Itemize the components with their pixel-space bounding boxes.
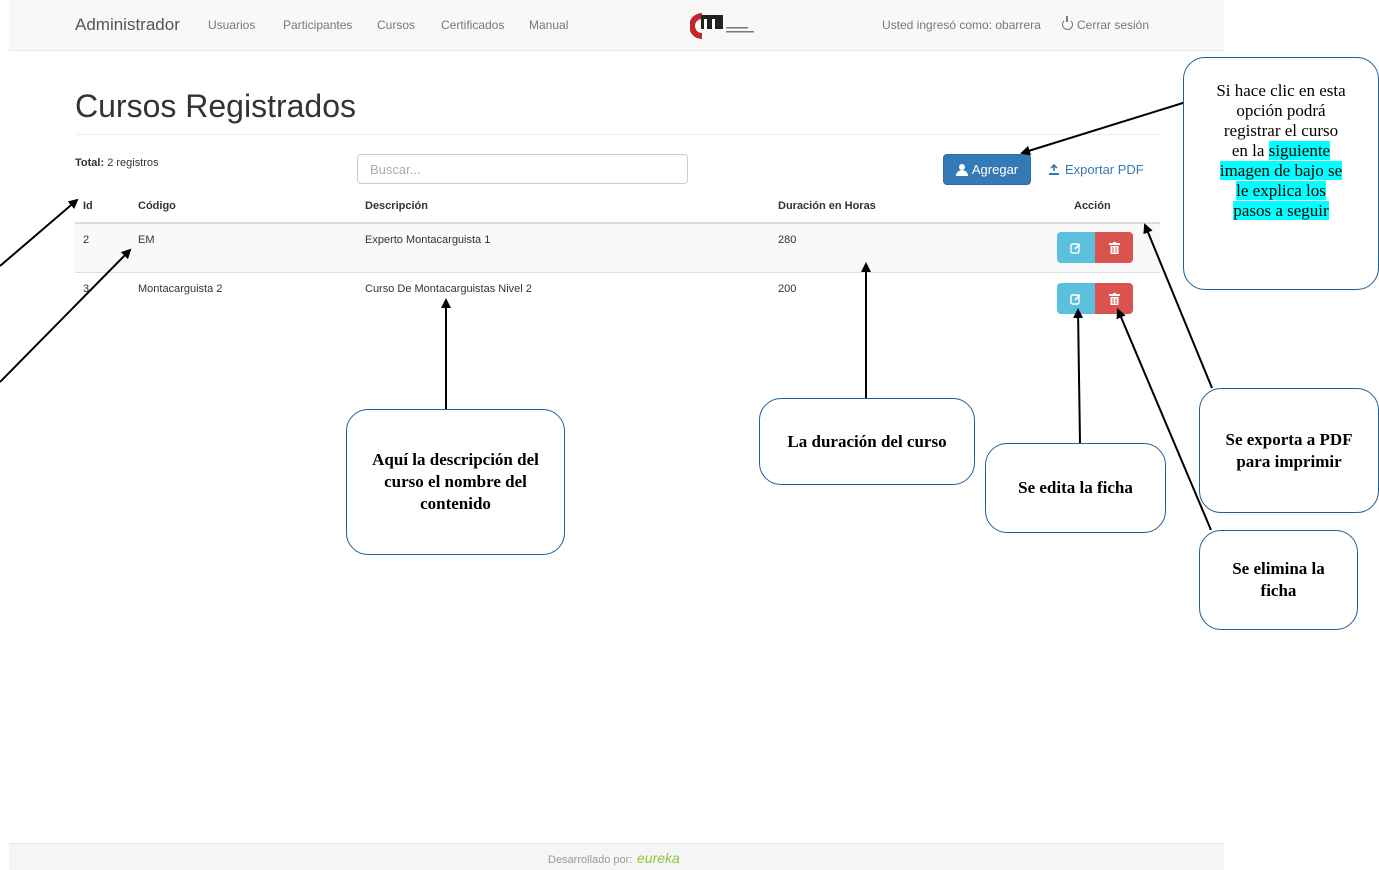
callout-agregar-text: Si hace clic en esta opción podrá regist…	[1216, 81, 1346, 271]
callout-eliminar: Se elimina la ficha	[1199, 530, 1358, 630]
eureka-logo: eureka	[637, 850, 680, 866]
footer-text: Desarrollado por:	[548, 854, 633, 866]
callout-descripcion-text: Aquí la descripción del curso el nombre …	[372, 450, 539, 513]
footer: Desarrollado por: eureka	[9, 843, 1224, 870]
callout-editar: Se edita la ficha	[985, 443, 1166, 533]
callout-eliminar-text: Se elimina la ficha	[1232, 559, 1325, 600]
callout-descripcion: Aquí la descripción del curso el nombre …	[346, 409, 565, 555]
callout-exportar: Se exporta a PDF para imprimir	[1199, 388, 1379, 513]
callout-duracion: La duración del curso	[759, 398, 975, 485]
callout-agregar: Si hace clic en esta opción podrá regist…	[1183, 57, 1379, 290]
callout-editar-text: Se edita la ficha	[1018, 478, 1133, 497]
callout-exportar-text: Se exporta a PDF para imprimir	[1225, 429, 1353, 471]
annotation-arrows	[0, 101, 1213, 531]
callout-duracion-text: La duración del curso	[787, 431, 947, 451]
